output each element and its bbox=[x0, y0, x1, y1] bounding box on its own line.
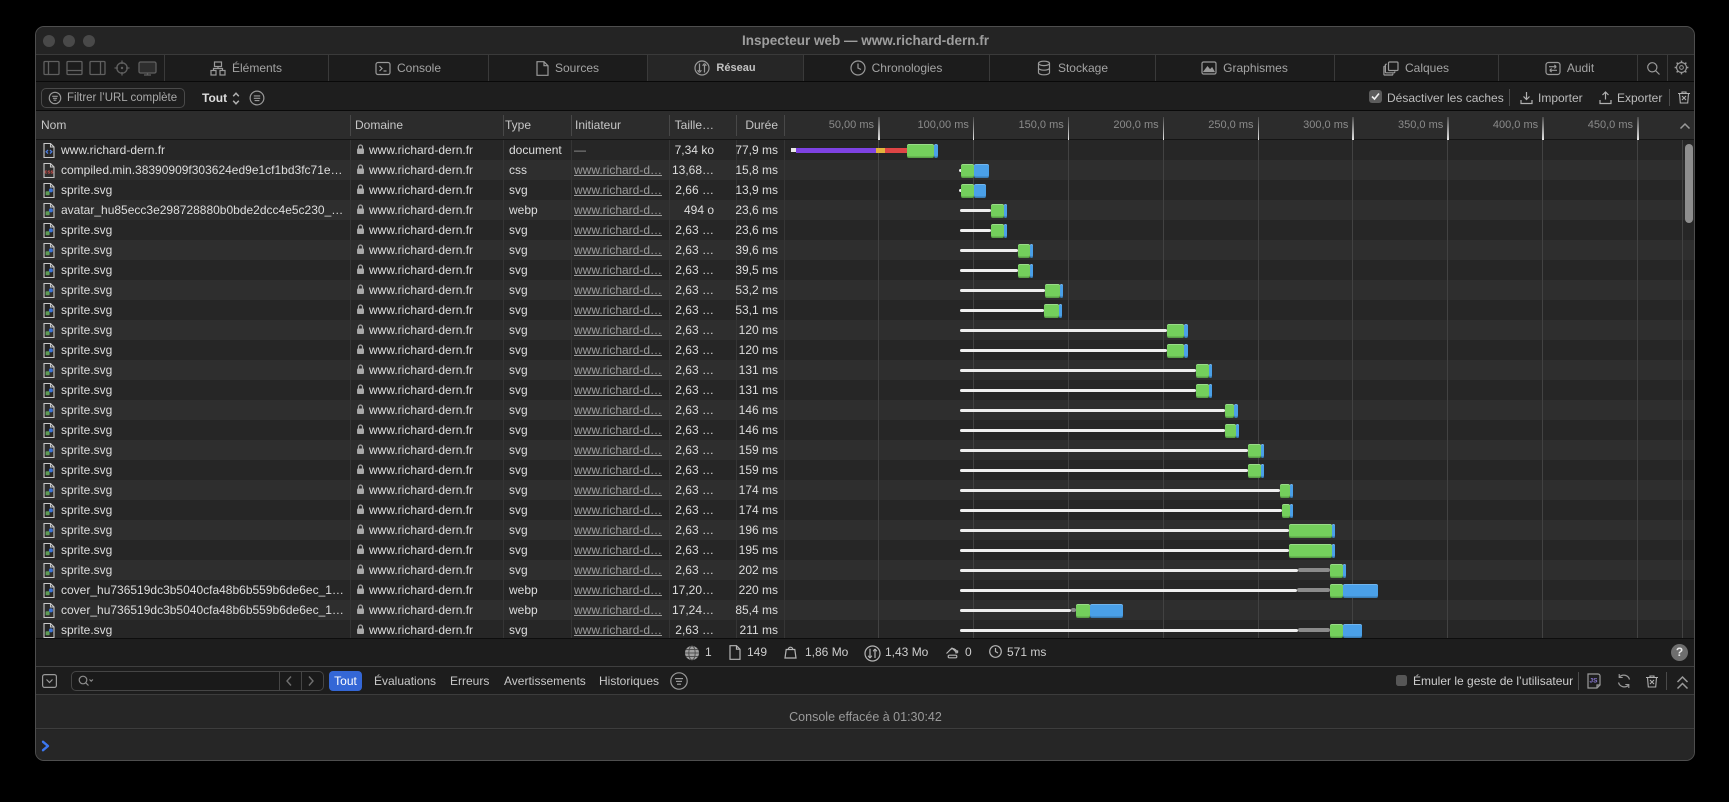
svg-text:css: css bbox=[45, 169, 54, 175]
svg-text:JS: JS bbox=[1590, 678, 1599, 685]
